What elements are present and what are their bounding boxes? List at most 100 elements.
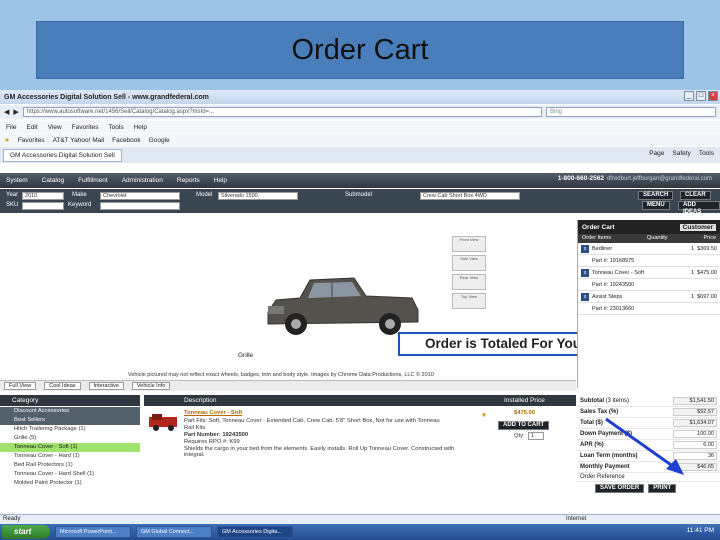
slide-title-bar: Order Cart (36, 21, 684, 79)
start-button[interactable]: start (2, 525, 50, 539)
cart-item: x Tonneau Cover - Soft 1 $475.00 (578, 267, 720, 279)
close-icon[interactable]: × (708, 91, 718, 101)
favorites-button[interactable]: Favorites (18, 137, 45, 144)
menu-file[interactable]: File (6, 124, 16, 131)
category-discount[interactable]: Discount Accessories (0, 407, 140, 416)
menu-button[interactable]: MENU (642, 201, 670, 210)
product-name[interactable]: Tonneau Cover - Soft (184, 410, 242, 416)
minimize-icon[interactable]: _ (684, 91, 694, 101)
thumb-front[interactable]: Front View (452, 236, 486, 252)
thumb-top[interactable]: Top View (452, 293, 486, 309)
full-view-button[interactable]: Full View (4, 382, 37, 390)
user-email: dfredburt.jeffburgan@grandfederal.com (606, 176, 712, 182)
product-fits-2: Rail Kits (184, 425, 206, 431)
zone-text: Internet (566, 516, 587, 522)
remove-item-icon[interactable]: x (581, 292, 589, 301)
view-thumbnails: Front View Side View Rear View Top View (452, 236, 486, 309)
nav-system[interactable]: System (6, 177, 28, 184)
menu-tools[interactable]: Tools (108, 124, 123, 131)
interactive-button[interactable]: Interactive (88, 382, 124, 390)
add-to-cart-button[interactable]: ADD TO CART (498, 421, 550, 430)
address-bar[interactable]: https://www.autosoftware.net/1456/Sell/C… (22, 107, 542, 117)
browser-window-title: GM Accessories Digital Solution Sell - w… (4, 93, 209, 101)
keyword-input[interactable] (100, 202, 180, 210)
task-gm-accessories[interactable]: GM Accessories Digita... (217, 526, 293, 538)
price-header: Installed Price (504, 397, 545, 404)
fav-link-att[interactable]: AT&T Yahoo! Mail (53, 137, 105, 144)
back-icon[interactable]: ◀ (4, 108, 9, 116)
command-safety[interactable]: Safety (672, 150, 690, 157)
browser-menu-bar: File Edit View Favorites Tools Help (0, 121, 720, 133)
product-part-number: Part Number: 19243500 (184, 432, 249, 438)
menu-help[interactable]: Help (134, 124, 147, 131)
command-page[interactable]: Page (649, 150, 664, 157)
search-button[interactable]: SEARCH (638, 191, 674, 200)
nav-catalog[interactable]: Catalog (42, 177, 64, 184)
product-rpo: Requires RPO #: K99 (184, 439, 240, 445)
category-item[interactable]: Hitch Trailering Package (1) (0, 425, 140, 434)
add-ideas-button[interactable]: ADD IDEAS (678, 201, 720, 215)
thumb-side[interactable]: Side View (452, 255, 486, 271)
task-gm-global-connect[interactable]: GM Global Connect... (136, 526, 212, 538)
qty-label: Qty: (514, 433, 525, 439)
order-actions: SAVE ORDER PRINT (577, 482, 720, 495)
subtotal-value: $1,541.50 (673, 397, 717, 405)
nav-administration[interactable]: Administration (122, 177, 163, 184)
nav-reports[interactable]: Reports (177, 177, 200, 184)
maximize-icon[interactable]: □ (696, 91, 706, 101)
forward-icon[interactable]: ▶ (13, 108, 18, 116)
category-item[interactable]: Tonneau Cover - Hard (1) (0, 452, 140, 461)
menu-view[interactable]: View (48, 124, 62, 131)
clear-button[interactable]: CLEAR (680, 191, 711, 200)
view-toolbar: Full View Cool Ideas Interactive Vehicle… (0, 380, 576, 391)
year-select[interactable]: 2010 (22, 192, 64, 200)
category-item[interactable]: Molded Paint Protector (1) (0, 479, 140, 488)
desc-header: Description (184, 397, 217, 404)
sku-label: SKU (6, 202, 19, 208)
browser-search-input[interactable]: Bing (546, 107, 716, 117)
menu-favorites[interactable]: Favorites (72, 124, 99, 131)
sku-input[interactable] (22, 202, 64, 210)
cart-item-part: Part #: 19243500 (578, 279, 720, 291)
nav-help[interactable]: Help (214, 177, 227, 184)
grille-label: Grille (238, 352, 254, 359)
nav-fulfillment[interactable]: Fulfillment (78, 177, 108, 184)
remove-item-icon[interactable]: x (581, 268, 589, 277)
col-price: Price (703, 235, 716, 241)
category-item[interactable]: Tonneau Cover - Hard Shell (1) (0, 470, 140, 479)
save-order-button[interactable]: SAVE ORDER (595, 484, 645, 493)
callout-arrow (605, 417, 684, 475)
task-powerpoint[interactable]: Microsoft PowerPoint... (55, 526, 131, 538)
print-button[interactable]: PRINT (648, 484, 677, 493)
slide-title: Order Cart (291, 33, 429, 66)
fav-link-google[interactable]: Google (149, 137, 170, 144)
order-cart-header: Order Cart Customer (578, 220, 720, 234)
category-item[interactable]: Bed Rail Protectors (1) (0, 461, 140, 470)
category-list: Discount Accessories Best Sellers Hitch … (0, 407, 140, 488)
remove-item-icon[interactable]: x (581, 244, 589, 253)
customer-button[interactable]: Customer (679, 223, 716, 231)
fav-link-facebook[interactable]: Facebook (112, 137, 141, 144)
product-thumbnail[interactable] (148, 412, 178, 432)
trophy-icon: ♦ (482, 410, 487, 419)
command-bar: Page Safety Tools (649, 150, 714, 157)
command-tools[interactable]: Tools (699, 150, 714, 157)
make-select[interactable]: Chevrolet (100, 192, 180, 200)
product-price: $475.00 (514, 410, 535, 416)
order-cart: Order Cart Customer Order Items Quantity… (577, 220, 720, 388)
menu-edit[interactable]: Edit (26, 124, 37, 131)
listing-header: Description Installed Price (144, 395, 576, 406)
category-item[interactable]: Grille (5) (0, 434, 140, 443)
model-select[interactable]: Silverado 1500 (218, 192, 298, 200)
cart-item: x Bedliner 1 $369.50 (578, 243, 720, 255)
thumb-rear[interactable]: Rear View (452, 274, 486, 290)
submodel-select[interactable]: Crew Cab Short Box 4WD (420, 192, 520, 200)
category-best-sellers[interactable]: Best Sellers (0, 416, 140, 425)
favorites-star-icon[interactable]: ★ (4, 136, 10, 144)
cool-ideas-button[interactable]: Cool Ideas (44, 382, 81, 390)
vehicle-info-button[interactable]: Vehicle Info (131, 382, 171, 390)
qty-input[interactable]: 1 (528, 432, 544, 440)
category-item-selected[interactable]: Tonneau Cover - Soft (1) (0, 443, 140, 452)
browser-tab[interactable]: GM Accessories Digital Solution Sell (3, 148, 122, 162)
cart-columns: Order Items Quantity Price (578, 234, 720, 243)
